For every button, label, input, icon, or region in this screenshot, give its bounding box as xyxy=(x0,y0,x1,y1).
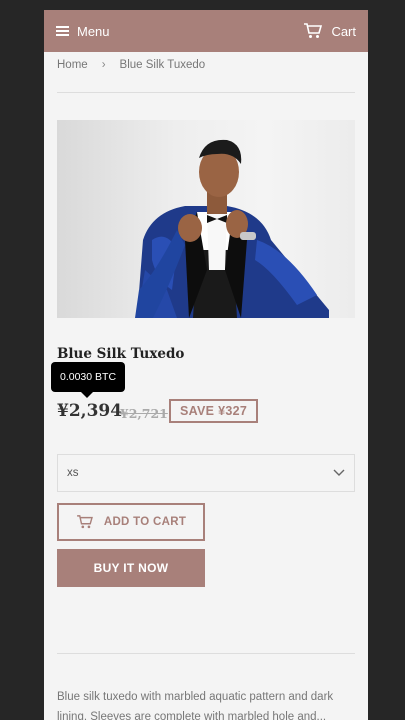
add-to-cart-label: ADD TO CART xyxy=(103,516,187,528)
cart-button[interactable]: Cart xyxy=(303,23,356,39)
hamburger-icon xyxy=(56,26,69,36)
product-page: Menu Cart Home › Blue Silk Tuxedo Blue S… xyxy=(44,10,368,720)
buy-now-label: BUY IT NOW xyxy=(93,561,169,575)
cart-icon xyxy=(304,23,323,38)
divider xyxy=(57,92,355,93)
breadcrumb-home[interactable]: Home xyxy=(57,59,88,71)
buy-now-button[interactable]: BUY IT NOW xyxy=(57,549,205,587)
menu-label: Menu xyxy=(77,23,110,39)
add-to-cart-button[interactable]: ADD TO CART xyxy=(57,503,205,541)
divider xyxy=(57,653,355,654)
chevron-down-icon xyxy=(333,469,345,476)
product-price: ¥2,394 xyxy=(57,401,123,421)
variant-select[interactable]: xs xyxy=(57,454,355,492)
breadcrumb-current: Blue Silk Tuxedo xyxy=(119,59,206,71)
compare-price: ¥2,721 xyxy=(120,406,168,421)
tuxedo-photo-illustration xyxy=(135,139,329,318)
price-tooltip: 0.0030 BTC xyxy=(51,362,126,398)
variant-selected-value: xs xyxy=(67,467,79,479)
product-image[interactable] xyxy=(57,120,355,318)
cart-icon xyxy=(76,515,93,529)
top-bar: Menu Cart xyxy=(44,10,368,52)
cart-label: Cart xyxy=(331,23,356,39)
menu-button[interactable]: Menu xyxy=(56,24,110,39)
save-badge: SAVE ¥327 xyxy=(169,399,259,423)
breadcrumb-separator: › xyxy=(101,59,106,71)
product-title: Blue Silk Tuxedo xyxy=(57,346,185,362)
product-description: Blue silk tuxedo with marbled aquatic pa… xyxy=(57,691,334,720)
breadcrumb: Home › Blue Silk Tuxedo xyxy=(57,59,205,71)
